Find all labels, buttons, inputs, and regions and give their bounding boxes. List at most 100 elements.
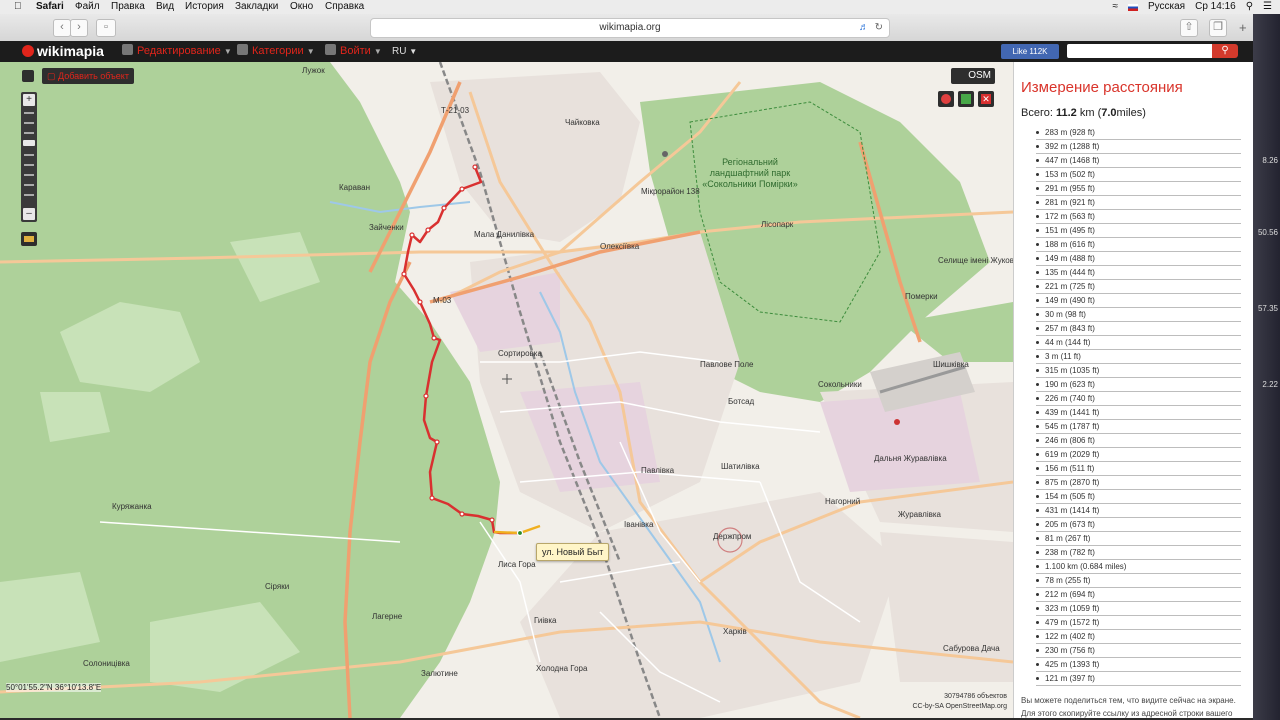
segment-item: 44 m (144 ft) [1036,336,1241,350]
ruler-icon[interactable] [21,232,37,246]
map-label: Мікрорайон 138 [641,187,700,196]
segment-alt-unit: ft [1092,142,1097,151]
zoom-slider-handle[interactable] [23,140,35,146]
menu-safari[interactable]: Safari [36,0,64,14]
segment-item: 238 m (782 ft) [1036,546,1241,560]
menu-editing[interactable]: Редактирование ▼ [122,44,232,59]
segment-alt-unit: ft [1083,534,1088,543]
menu-help[interactable]: Справка [325,0,364,14]
segment-unit: m [1060,590,1068,599]
segment-alt-value: 1414 [1072,506,1090,515]
search-button[interactable]: ⚲ [1212,44,1238,58]
menu-list-icon[interactable]: ☰ [1263,0,1272,14]
facebook-like-button[interactable]: Like 112K [1001,44,1059,59]
search-input[interactable] [1067,44,1220,58]
zoom-in-button[interactable]: + [23,94,35,106]
language-selector[interactable]: RU ▼ [392,44,417,59]
flag-icon [1127,3,1138,11]
back-button[interactable]: ‹ [53,19,71,37]
segment-value: 431 [1045,506,1059,515]
wifi-icon[interactable]: ≈ [1112,0,1118,14]
zoom-out-button[interactable]: – [23,208,35,220]
chevron-down-icon: ▼ [223,47,232,56]
menu-clock[interactable]: Ср 14:16 [1195,0,1236,14]
segment-value: 221 [1045,282,1059,291]
map-label: Сабурова Дача [943,644,1000,653]
segment-value: 257 [1045,324,1059,333]
segment-alt-value: 11 [1063,352,1072,361]
panel-close-button[interactable]: ✕ [1013,68,1014,81]
segment-item: 122 m (402 ft) [1036,630,1241,644]
total-km: 11.2 [1055,107,1077,119]
url-bar[interactable]: wikimapia.org ♬ ↻ [370,18,890,38]
forward-button[interactable]: › [70,19,88,37]
menu-categories[interactable]: Категории ▼ [237,44,315,59]
delete-route-button[interactable]: ✕ [978,91,994,107]
segment-unit: m [1060,142,1068,151]
wikimapia-logo[interactable]: wikimapia [22,42,104,61]
tabs-icon[interactable]: ❐ [1209,19,1227,37]
segment-unit: m [1060,282,1068,291]
segment-unit: m [1060,436,1068,445]
share-icon[interactable]: ⇧ [1180,19,1198,37]
map-label: Шишківка [933,360,969,369]
menu-history[interactable]: История [185,0,224,14]
menu-edit[interactable]: Правка [111,0,145,14]
segment-value: 135 [1045,268,1059,277]
segment-value: 439 [1045,408,1059,417]
ruler-minus-button[interactable] [938,91,954,107]
language-label: RU [392,46,407,57]
segment-unit: m [1051,352,1059,361]
total-miles: 7.0 [1101,107,1117,119]
attribution-link[interactable]: CC-by-SA OpenStreetMap.org [912,702,1007,712]
menu-file[interactable]: Файл [75,0,100,14]
map-label: Гиівка [534,616,557,625]
sidebar-icon[interactable]: ▫ [96,19,116,37]
segment-item: 78 m (255 ft) [1036,574,1241,588]
segment-unit: m [1060,366,1068,375]
segment-item: 149 m (488 ft) [1036,252,1241,266]
map-label: Лагерне [372,612,403,621]
segment-alt-value: 921 [1072,198,1086,207]
add-object-button[interactable]: ▢ Добавить объект [42,68,134,84]
apple-icon[interactable]:  [14,0,22,14]
miles-unit: miles [1116,107,1143,119]
segment-value: 447 [1045,156,1059,165]
segment-unit: m [1060,198,1068,207]
segment-item: 81 m (267 ft) [1036,532,1241,546]
menu-login[interactable]: Войти ▼ [325,44,382,59]
segment-alt-unit: ft [1087,254,1093,263]
map-label: Залютине [421,669,458,678]
segment-value: 122 [1045,632,1059,641]
segment-item: 3 m (11 ft) [1036,350,1241,364]
segment-item: 230 m (756 ft) [1036,644,1241,658]
segment-alt-unit: ft [1078,310,1084,319]
reload-icon[interactable]: ↻ [875,19,883,37]
fit-route-button[interactable] [958,91,974,107]
osm-layer-button[interactable]: OSM [951,68,995,84]
audio-icon[interactable]: ♬ [859,19,869,37]
menu-bookmarks[interactable]: Закладки [235,0,278,14]
segment-alt-value: 694 [1072,590,1086,599]
menu-view[interactable]: Вид [156,0,174,14]
segment-alt-unit: ft [1092,366,1097,375]
segment-value: 283 [1045,128,1059,137]
input-source-label[interactable]: Русская [1148,0,1185,14]
segment-alt-unit: ft [1092,660,1097,669]
segment-item: 149 m (490 ft) [1036,294,1241,308]
map-canvas[interactable]: Лужок Т-21-03 Чайковка Караван Зайченки Мала … [0,62,1013,718]
segment-value: 205 [1045,520,1059,529]
segment-unit: m [1060,408,1068,417]
spotlight-icon[interactable]: ⚲ [1246,0,1253,14]
new-tab-icon[interactable]: + [1239,20,1247,35]
segment-unit: m [1060,296,1068,305]
segment-value: 149 [1045,254,1059,263]
segment-value: 81 [1045,534,1054,543]
segment-alt-unit: ft [1087,492,1093,501]
segment-alt-unit: ft [1087,674,1093,683]
menu-window[interactable]: Окно [290,0,313,14]
segment-alt-value: 144 [1067,338,1082,347]
zoom-control[interactable]: + – [21,92,37,222]
panel-collapse-button[interactable]: ▶ [1013,93,1014,106]
layers-icon[interactable] [22,70,34,82]
